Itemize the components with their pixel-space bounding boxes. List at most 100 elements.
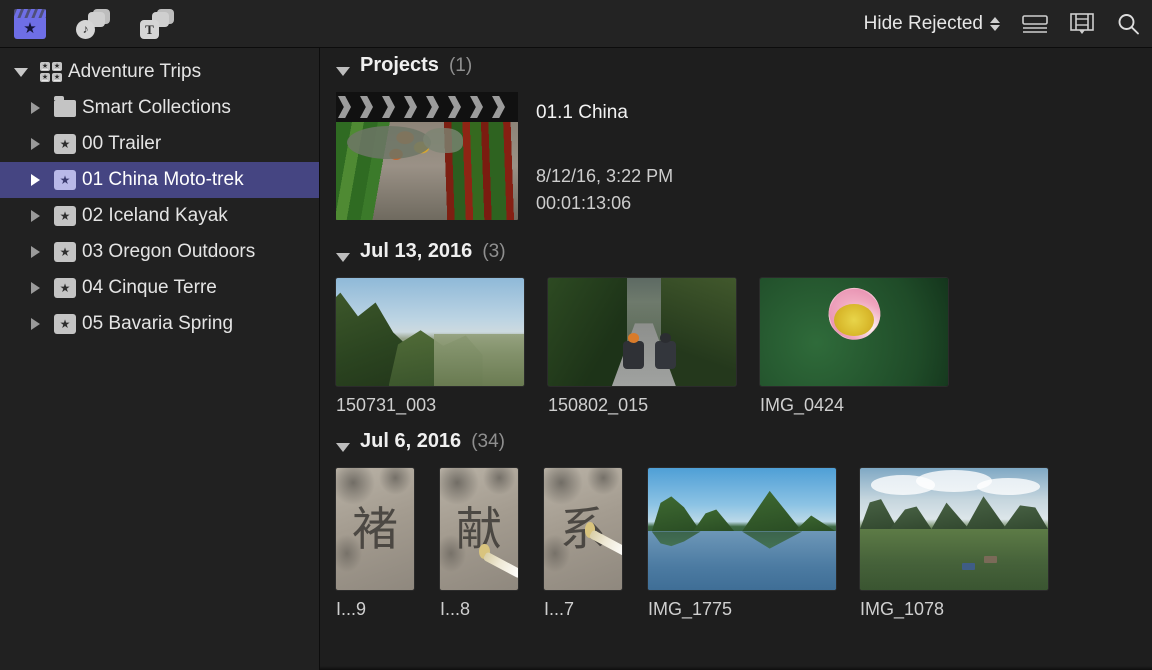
clip-item[interactable]: 150731_003 [336, 278, 548, 416]
project-name: 01.1 China [536, 102, 673, 124]
project-thumbnail-image [336, 122, 518, 220]
clip-thumbnail[interactable] [760, 278, 948, 386]
sidebar-item-02-iceland-kayak[interactable]: 02 Iceland Kayak [0, 198, 319, 234]
disclosure-triangle-icon[interactable] [22, 102, 48, 114]
sidebar-item-03-oregon-outdoors[interactable]: 03 Oregon Outdoors [0, 234, 319, 270]
clip-item[interactable]: 150802_015 [548, 278, 760, 416]
group-count: (3) [482, 241, 505, 263]
disclosure-triangle-icon[interactable] [22, 174, 48, 186]
project-metadata: 01.1 China 8/12/16, 3:22 PM 00:01:13:06 [536, 92, 673, 220]
group-header-projects[interactable]: Projects (1) [336, 48, 1152, 88]
event-star-icon [48, 134, 82, 154]
clip-thumbnail[interactable]: 献 [440, 468, 518, 590]
group-count: (34) [471, 431, 505, 453]
disclosure-triangle-open-icon[interactable] [8, 68, 34, 77]
disclosure-triangle-icon[interactable] [22, 282, 48, 294]
project-duration: 00:01:13:06 [536, 193, 673, 214]
clip-name: I...8 [440, 599, 544, 620]
clip-item[interactable]: IMG_1078 [860, 468, 1072, 620]
disclosure-triangle-icon[interactable] [22, 138, 48, 150]
sidebar-item-01-china-moto-trek[interactable]: 01 China Moto-trek [0, 162, 319, 198]
chevron-up-down-icon [990, 17, 1000, 31]
disclosure-triangle-icon[interactable] [22, 318, 48, 330]
sidebar-item-label: 02 Iceland Kayak [82, 205, 228, 227]
photos-and-audio-button[interactable]: ♪ [76, 9, 110, 39]
clapperboard-star-icon: ★ [14, 9, 46, 39]
search-icon [1116, 12, 1140, 36]
event-star-icon [48, 170, 82, 190]
sidebar-item-04-cinque-terre[interactable]: 04 Cinque Terre [0, 270, 319, 306]
clip-name: IMG_1078 [860, 599, 1072, 620]
bottom-scroll-shadow [320, 666, 1152, 670]
library-icon [34, 62, 68, 82]
clip-browser[interactable]: Projects (1) 01.1 China 8/12/16, 3:22 PM [320, 48, 1152, 670]
clip-name: 150802_015 [548, 395, 760, 416]
clip-item[interactable]: IMG_1775 [648, 468, 860, 620]
event-star-icon [48, 314, 82, 334]
filmstrip-view-icon [1070, 13, 1094, 35]
clapper-body: ★ [14, 18, 46, 39]
sidebar-item-adventure-trips[interactable]: Adventure Trips [0, 54, 319, 90]
clip-thumbnail[interactable] [648, 468, 836, 590]
list-view-icon [1022, 14, 1048, 34]
toolbar: ★ ♪ T Hide Rejected [0, 0, 1152, 48]
filmstrip-view-button[interactable] [1070, 13, 1094, 35]
group-title: Jul 13, 2016 [360, 240, 472, 263]
clip-item[interactable]: 褚 I...9 [336, 468, 440, 620]
final-cut-library-window: ★ ♪ T Hide Rejected [0, 0, 1152, 670]
event-star-icon [48, 242, 82, 262]
main-content: Adventure Trips Smart Collections 00 Tra… [0, 48, 1152, 670]
clip-item[interactable]: 献 I...8 [440, 468, 544, 620]
project-item[interactable]: 01.1 China 8/12/16, 3:22 PM 00:01:13:06 [336, 92, 1152, 220]
clip-thumbnail[interactable] [336, 278, 524, 386]
clip-thumbnail[interactable]: 褚 [336, 468, 414, 590]
group-header-jul-6-2016[interactable]: Jul 6, 2016 (34) [336, 424, 1152, 464]
sidebar-item-00-trailer[interactable]: 00 Trailer [0, 126, 319, 162]
sidebar-item-smart-collections[interactable]: Smart Collections [0, 90, 319, 126]
group-count: (1) [449, 55, 472, 77]
project-date: 8/12/16, 3:22 PM [536, 166, 673, 187]
library-browser-button[interactable]: ★ [14, 9, 46, 39]
sidebar-item-label: 00 Trailer [82, 133, 161, 155]
photos-and-audio-icon: ♪ [76, 9, 110, 39]
sidebar-item-label: 05 Bavaria Spring [82, 313, 233, 335]
sidebar-item-05-bavaria-spring[interactable]: 05 Bavaria Spring [0, 306, 319, 342]
disclosure-triangle-open-icon[interactable] [336, 253, 350, 262]
list-view-button[interactable] [1022, 14, 1048, 34]
event-star-icon [48, 206, 82, 226]
libraries-sidebar: Adventure Trips Smart Collections 00 Tra… [0, 48, 320, 670]
disclosure-triangle-icon[interactable] [22, 210, 48, 222]
clip-name: IMG_0424 [760, 395, 972, 416]
clip-thumbnail[interactable] [548, 278, 736, 386]
sidebar-item-label: 03 Oregon Outdoors [82, 241, 255, 263]
disclosure-triangle-open-icon[interactable] [336, 443, 350, 452]
group-header-jul-13-2016[interactable]: Jul 13, 2016 (3) [336, 234, 1152, 274]
clip-item[interactable]: 系 I...7 [544, 468, 648, 620]
sidebar-item-label: Adventure Trips [68, 61, 201, 83]
toolbar-right-group: Hide Rejected [864, 12, 1140, 36]
clip-name: IMG_1775 [648, 599, 860, 620]
sidebar-item-label: 04 Cinque Terre [82, 277, 217, 299]
filmstrip-chevrons-icon [336, 92, 518, 122]
search-button[interactable] [1116, 12, 1140, 36]
titles-and-generators-button[interactable]: T [140, 9, 174, 39]
project-thumbnail[interactable] [336, 92, 518, 220]
disclosure-triangle-icon[interactable] [22, 246, 48, 258]
clip-thumbnail[interactable]: 系 [544, 468, 622, 590]
hide-rejected-popup[interactable]: Hide Rejected [864, 13, 1000, 35]
clip-name: I...7 [544, 599, 648, 620]
clip-row: 褚 I...9 献 I...8 系 [336, 468, 1152, 620]
sidebar-item-label: 01 China Moto-trek [82, 169, 244, 191]
toolbar-left-group: ★ ♪ T [14, 9, 174, 39]
group-title: Projects [360, 54, 439, 77]
disclosure-triangle-open-icon[interactable] [336, 67, 350, 76]
clip-name: I...9 [336, 599, 440, 620]
sidebar-item-label: Smart Collections [82, 97, 231, 119]
group-title: Jul 6, 2016 [360, 430, 461, 453]
clip-name: 150731_003 [336, 395, 548, 416]
clip-thumbnail[interactable] [860, 468, 1048, 590]
clip-item[interactable]: IMG_0424 [760, 278, 972, 416]
event-star-icon [48, 278, 82, 298]
clip-row: 150731_003 150802_015 [336, 278, 1152, 416]
folder-icon [48, 100, 82, 117]
